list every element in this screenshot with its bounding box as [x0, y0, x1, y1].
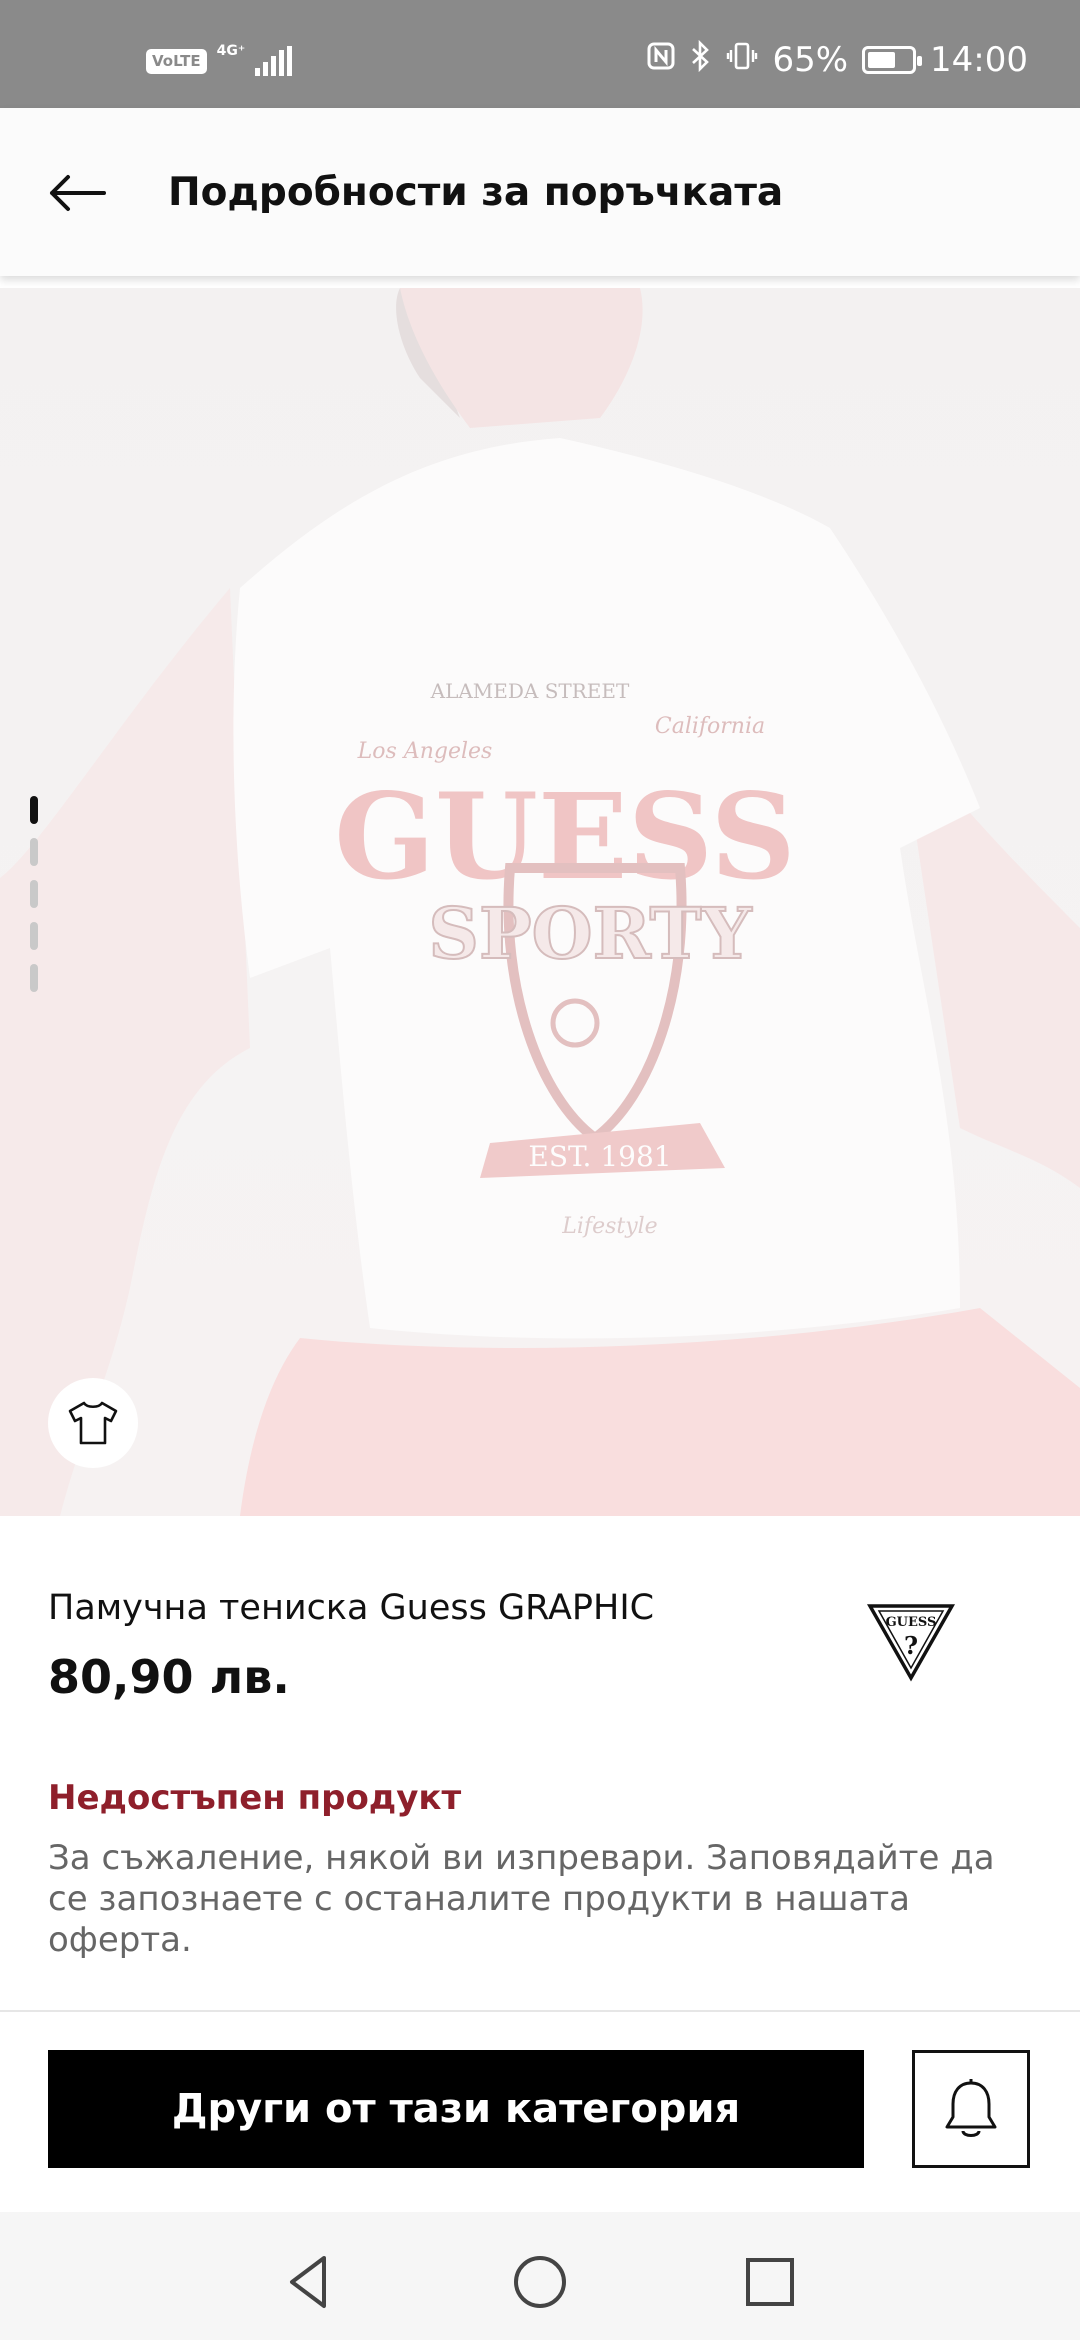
volte-badge: VoLTE: [146, 48, 207, 74]
bluetooth-icon: [690, 39, 712, 80]
unavailable-title: Недостъпен продукт: [48, 1778, 462, 1818]
triangle-back-icon: [290, 2256, 326, 2308]
bell-icon: [945, 2079, 997, 2137]
system-nav-bar: [0, 2212, 1080, 2340]
gallery-dot[interactable]: [30, 922, 38, 950]
brand-logo[interactable]: GUESS ?: [866, 1602, 956, 1682]
print-line1: ALAMEDA STREET: [430, 679, 630, 703]
brand-logo-text: GUESS: [886, 1615, 937, 1630]
status-right-group: 65% 14:00: [646, 39, 1028, 80]
circle-home-icon: [514, 2256, 566, 2308]
product-name: Памучна тениска Guess GRAPHIC: [48, 1588, 655, 1628]
gallery-dot[interactable]: [30, 880, 38, 908]
page-title: Подробности за поръчката: [168, 170, 784, 215]
print-brand: GUESS: [334, 767, 795, 906]
square-recents-icon: [746, 2258, 794, 2306]
gallery-dot[interactable]: [30, 796, 38, 824]
back-button[interactable]: [44, 168, 114, 218]
product-image-gallery[interactable]: ALAMEDA STREET Los Angeles California GU…: [0, 288, 1080, 1516]
status-left-group: VoLTE 4G⁺: [146, 43, 293, 76]
nav-back-button[interactable]: [280, 2252, 340, 2312]
signal-strength-icon: [255, 46, 293, 76]
clock: 14:00: [930, 40, 1028, 80]
app-header: Подробности за поръчката: [0, 108, 1080, 276]
battery-percent: 65%: [772, 40, 849, 80]
gallery-dot[interactable]: [30, 838, 38, 866]
print-left-script: Los Angeles: [357, 739, 493, 764]
print-banner: EST. 1981: [528, 1140, 671, 1173]
battery-fill: [868, 52, 896, 68]
nfc-icon: [646, 41, 676, 79]
product-photo: ALAMEDA STREET Los Angeles California GU…: [0, 288, 1080, 1516]
gallery-pagination[interactable]: [30, 796, 38, 992]
print-bottom-script: Lifestyle: [561, 1214, 657, 1239]
network-type: 4G⁺: [216, 43, 246, 59]
tshirt-icon: [68, 1401, 118, 1445]
unavailable-message: За съжаление, някой ви изпревари. Заповя…: [48, 1838, 995, 1960]
vibrate-icon: [726, 41, 758, 79]
svg-text:?: ?: [904, 1631, 918, 1660]
status-bar: VoLTE 4G⁺ 65% 14:00: [0, 0, 1080, 108]
gallery-dot[interactable]: [30, 964, 38, 992]
battery-icon: [862, 46, 923, 74]
divider: [0, 2010, 1080, 2012]
other-in-category-button[interactable]: Други от тази категория: [48, 2050, 864, 2168]
product-price: 80,90 лв.: [48, 1650, 290, 1704]
print-arc-text: SPORTY: [428, 892, 752, 975]
arrow-left-icon: [50, 175, 106, 211]
notify-button[interactable]: [912, 2050, 1030, 2168]
size-guide-button[interactable]: [48, 1378, 138, 1468]
nav-recents-button[interactable]: [740, 2252, 800, 2312]
print-right-script: California: [655, 714, 765, 739]
nav-home-button[interactable]: [510, 2252, 570, 2312]
